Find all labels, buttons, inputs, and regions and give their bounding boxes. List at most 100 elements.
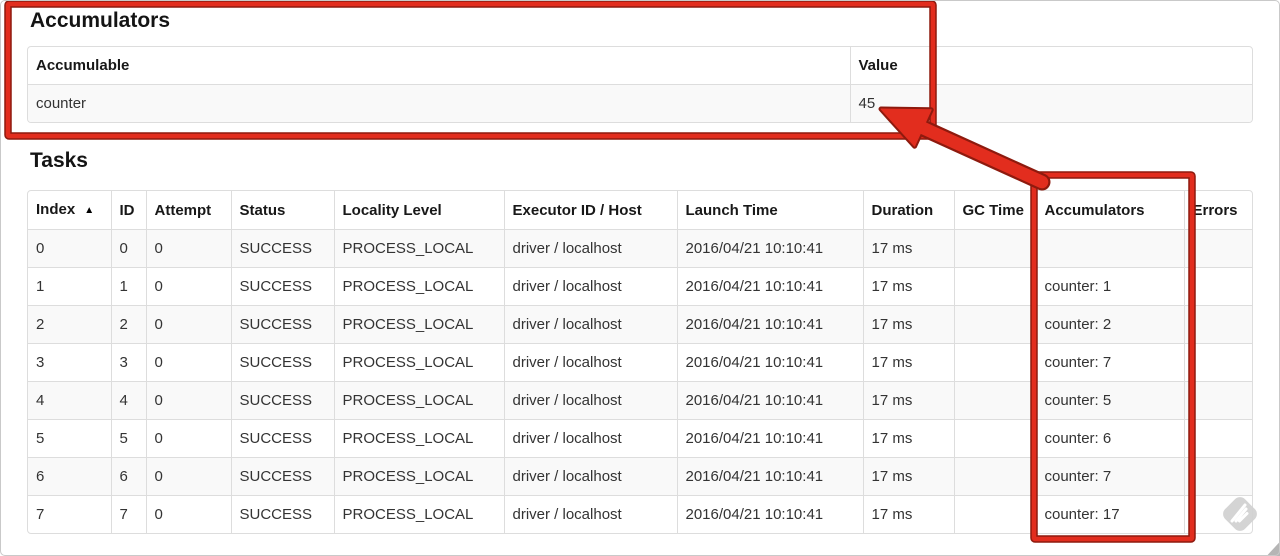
td-errors	[1183, 495, 1252, 533]
td-locality: PROCESS_LOCAL	[333, 343, 504, 382]
td-attempt: 0	[145, 495, 231, 533]
td-attempt: 0	[145, 381, 231, 420]
table-row: 0 0 0 SUCCESS PROCESS_LOCAL driver / loc…	[28, 229, 1252, 268]
td-id: 0	[110, 229, 146, 268]
td-id: 5	[110, 419, 146, 458]
col-header-status[interactable]: Status	[230, 191, 334, 230]
td-accumulators: counter: 7	[1035, 457, 1184, 496]
td-launch-time: 2016/04/21 10:10:41	[676, 419, 863, 458]
td-duration: 17 ms	[862, 381, 954, 420]
td-attempt: 0	[145, 419, 231, 458]
col-header-index[interactable]: Index ▲	[28, 191, 111, 230]
col-header-attempt[interactable]: Attempt	[145, 191, 231, 230]
td-launch-time: 2016/04/21 10:10:41	[676, 343, 863, 382]
td-attempt: 0	[145, 267, 231, 306]
td-accumulators	[1035, 229, 1184, 268]
td-locality: PROCESS_LOCAL	[333, 419, 504, 458]
td-attempt: 0	[145, 305, 231, 344]
td-accumulators: counter: 1	[1035, 267, 1184, 306]
td-gc-time	[953, 381, 1036, 420]
td-gc-time	[953, 305, 1036, 344]
td-accumulable-value: 45	[849, 84, 1252, 122]
td-accumulators: counter: 5	[1035, 381, 1184, 420]
td-gc-time	[953, 495, 1036, 533]
td-duration: 17 ms	[862, 305, 954, 344]
sort-asc-icon: ▲	[84, 205, 95, 216]
tasks-table: Index ▲ ID Attempt Status Locality Level …	[27, 190, 1253, 534]
accumulators-table: Accumulable Value counter 45	[27, 46, 1253, 123]
td-duration: 17 ms	[862, 229, 954, 268]
col-header-gc-time[interactable]: GC Time	[953, 191, 1036, 230]
td-attempt: 0	[145, 343, 231, 382]
td-locality: PROCESS_LOCAL	[333, 229, 504, 268]
table-header-row: Index ▲ ID Attempt Status Locality Level …	[28, 191, 1252, 230]
td-id: 6	[110, 457, 146, 496]
td-attempt: 0	[145, 457, 231, 496]
td-duration: 17 ms	[862, 457, 954, 496]
td-attempt: 0	[145, 229, 231, 268]
td-executor: driver / localhost	[503, 343, 677, 382]
td-status: SUCCESS	[230, 343, 334, 382]
td-executor: driver / localhost	[503, 381, 677, 420]
td-status: SUCCESS	[230, 495, 334, 533]
tasks-table-grid: Index ▲ ID Attempt Status Locality Level …	[28, 191, 1252, 533]
col-header-errors[interactable]: Errors	[1183, 191, 1252, 230]
td-duration: 17 ms	[862, 419, 954, 458]
table-row: 4 4 0 SUCCESS PROCESS_LOCAL driver / loc…	[28, 381, 1252, 420]
td-accumulators: counter: 2	[1035, 305, 1184, 344]
td-locality: PROCESS_LOCAL	[333, 305, 504, 344]
td-executor: driver / localhost	[503, 457, 677, 496]
td-executor: driver / localhost	[503, 495, 677, 533]
td-index: 3	[36, 354, 45, 371]
annotation-arrow	[916, 121, 1049, 189]
td-id: 1	[110, 267, 146, 306]
annotation-arrow-outline	[914, 119, 1051, 191]
td-accumulable-name: counter	[36, 95, 87, 112]
td-executor: driver / localhost	[503, 419, 677, 458]
td-errors	[1183, 419, 1252, 458]
td-executor: driver / localhost	[503, 229, 677, 268]
col-header-launch-time[interactable]: Launch Time	[676, 191, 863, 230]
td-locality: PROCESS_LOCAL	[333, 267, 504, 306]
td-locality: PROCESS_LOCAL	[333, 457, 504, 496]
td-accumulators: counter: 6	[1035, 419, 1184, 458]
td-gc-time	[953, 343, 1036, 382]
td-index: 4	[36, 392, 45, 409]
td-gc-time	[953, 229, 1036, 268]
col-header-accumulators[interactable]: Accumulators	[1035, 191, 1184, 230]
col-header-accumulable[interactable]: Accumulable	[28, 47, 850, 85]
td-id: 2	[110, 305, 146, 344]
table-row: 5 5 0 SUCCESS PROCESS_LOCAL driver / loc…	[28, 419, 1252, 458]
accumulators-section-title: Accumulators	[30, 9, 171, 32]
td-locality: PROCESS_LOCAL	[333, 381, 504, 420]
td-launch-time: 2016/04/21 10:10:41	[676, 305, 863, 344]
td-locality: PROCESS_LOCAL	[333, 495, 504, 533]
td-status: SUCCESS	[230, 229, 334, 268]
col-header-id[interactable]: ID	[110, 191, 146, 230]
col-header-duration[interactable]: Duration	[862, 191, 954, 230]
col-header-value[interactable]: Value	[849, 47, 1252, 85]
table-row: counter 45	[28, 84, 1252, 122]
td-launch-time: 2016/04/21 10:10:41	[676, 267, 863, 306]
table-row: 6 6 0 SUCCESS PROCESS_LOCAL driver / loc…	[28, 457, 1252, 496]
table-row: 2 2 0 SUCCESS PROCESS_LOCAL driver / loc…	[28, 305, 1252, 344]
table-row: 7 7 0 SUCCESS PROCESS_LOCAL driver / loc…	[28, 495, 1252, 533]
td-errors	[1183, 381, 1252, 420]
resize-handle-icon[interactable]	[1267, 542, 1280, 556]
col-header-locality-level[interactable]: Locality Level	[333, 191, 504, 230]
td-errors	[1183, 343, 1252, 382]
table-row: 3 3 0 SUCCESS PROCESS_LOCAL driver / loc…	[28, 343, 1252, 382]
td-index: 5	[36, 430, 45, 447]
td-index: 2	[36, 316, 45, 333]
td-errors	[1183, 229, 1252, 268]
col-header-index-label: Index	[36, 201, 76, 218]
td-duration: 17 ms	[862, 267, 954, 306]
td-id: 4	[110, 381, 146, 420]
col-header-executor-id-host[interactable]: Executor ID / Host	[503, 191, 677, 230]
td-index: 1	[36, 278, 45, 295]
td-executor: driver / localhost	[503, 267, 677, 306]
td-gc-time	[953, 419, 1036, 458]
td-id: 7	[110, 495, 146, 533]
td-gc-time	[953, 457, 1036, 496]
accumulators-table-grid: Accumulable Value counter 45	[28, 47, 1252, 122]
